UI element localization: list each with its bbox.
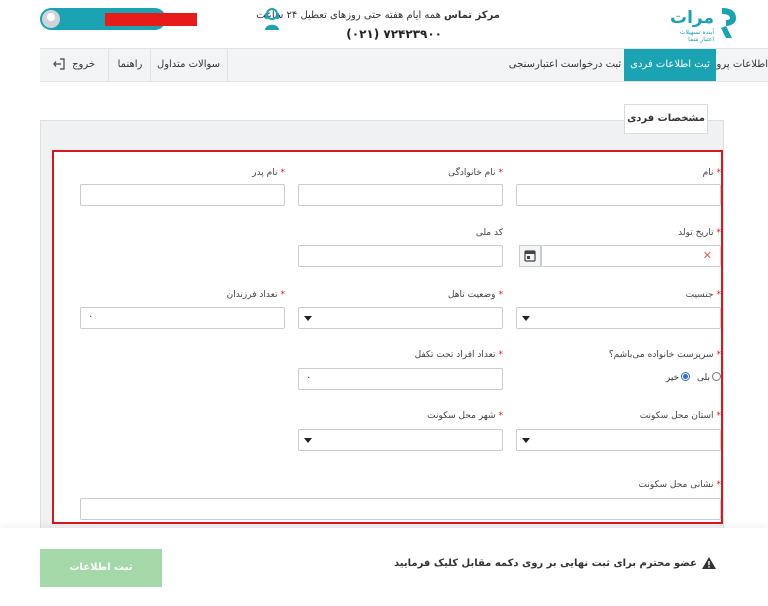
brand-name: مرات [669, 8, 714, 28]
nav-guide[interactable]: راهنما [110, 49, 150, 81]
children-count-value: ۰ [88, 311, 94, 322]
dependents-count-value: ۰ [306, 372, 312, 383]
head-of-household-label: *سرپرست خانواده می‌باشم؟ [608, 350, 721, 360]
radio-no-label: خیر [665, 373, 680, 383]
contact-phone: (۰۲۱) ۷۲۴۲۳۹۰۰ [346, 27, 442, 41]
father-name-label: *نام پدر [252, 168, 285, 178]
city-select[interactable] [298, 429, 503, 451]
national-code-label: کد ملی [475, 228, 503, 238]
clear-icon[interactable]: ✕ [703, 249, 712, 262]
birth-date-label: *تاریخ تولد [678, 228, 721, 238]
footer-bar: ثبت اطلاعات عضو محترم برای ثبت نهایی بر … [0, 528, 768, 606]
address-label: *نشانی محل سکونت [638, 480, 721, 490]
contact-center: مرکز تماس همه ایام هفته حتی روزهای تعطیل… [256, 6, 502, 42]
last-name-input[interactable] [298, 184, 503, 206]
contact-text: همه ایام هفته حتی روزهای تعطیل ۲۴ ساعت [256, 10, 441, 21]
brand-logo[interactable]: مرات آینده تسهیلات اعتبار شما [668, 6, 738, 43]
children-count-input[interactable]: ۰ [80, 307, 285, 329]
birth-date-input[interactable]: ✕ [541, 245, 721, 267]
radio-no[interactable] [681, 372, 691, 381]
calendar-button[interactable] [519, 245, 541, 267]
personal-info-form: *نام *نام خانوادگی *نام پدر *تاریخ تولد … [52, 150, 723, 524]
address-input[interactable] [80, 498, 721, 520]
warning-icon [702, 557, 716, 569]
logo-mark-icon [721, 8, 736, 38]
province-select[interactable] [516, 429, 721, 451]
avatar [42, 10, 60, 28]
dependents-count-input[interactable]: ۰ [298, 368, 503, 390]
section-title: مشخصات فردی [624, 104, 708, 134]
first-name-input[interactable] [516, 184, 721, 206]
submit-button[interactable]: ثبت اطلاعات [40, 549, 162, 587]
gender-select[interactable] [516, 307, 721, 329]
user-menu[interactable] [40, 8, 197, 30]
nav-divider [108, 49, 109, 81]
tab-credit-request[interactable]: ثبت درخواست اعتبارسنجی [506, 49, 624, 81]
headset-icon [265, 8, 279, 30]
nav-faq[interactable]: سوالات متداول [150, 49, 227, 81]
radio-yes-label: بلی [697, 373, 710, 383]
marital-status-select[interactable] [298, 307, 503, 329]
nav-divider [150, 49, 151, 81]
tab-personal-info[interactable]: ثبت اطلاعات فردی [624, 49, 716, 81]
dependents-count-label: *تعداد افراد تحت تکفل [414, 350, 503, 360]
province-label: *استان محل سکونت [639, 411, 721, 421]
exit-icon [53, 58, 65, 70]
calendar-icon [524, 250, 536, 262]
user-name-redacted [105, 13, 197, 26]
main-nav: اطلاعات پرونده‌ها ثبت اطلاعات فردی ثبت د… [40, 48, 768, 82]
first-name-label: *نام [702, 168, 721, 178]
national-code-input[interactable] [298, 245, 503, 267]
brand-tagline-1: آینده تسهیلات [679, 29, 714, 36]
tab-case-info[interactable]: اطلاعات پرونده‌ها [695, 49, 768, 81]
contact-line: مرکز تماس همه ایام هفته حتی روزهای تعطیل… [256, 10, 500, 21]
children-count-label: *تعداد فرزندان [226, 290, 285, 300]
submit-notice-text: عضو محترم برای ثبت نهایی بر روی دکمه مقا… [394, 558, 697, 569]
submit-notice: عضو محترم برای ثبت نهایی بر روی دکمه مقا… [394, 557, 716, 569]
city-label: *شهر محل سکونت [427, 411, 503, 421]
contact-title: مرکز تماس [444, 10, 500, 21]
exit-label: خروج [72, 59, 96, 70]
header: مرات آینده تسهیلات اعتبار شما مرکز تماس … [0, 0, 768, 48]
marital-status-label: *وضعیت تاهل [447, 290, 503, 300]
last-name-label: *نام خانوادگی [448, 168, 503, 178]
nav-exit[interactable]: خروج [42, 49, 106, 81]
father-name-input[interactable] [80, 184, 285, 206]
brand-tagline-2: اعتبار شما [688, 36, 714, 43]
radio-yes[interactable] [712, 372, 721, 381]
nav-divider [227, 49, 228, 81]
head-of-household-radios: بلی خیر [666, 372, 721, 383]
gender-label: *جنسیت [685, 290, 721, 300]
